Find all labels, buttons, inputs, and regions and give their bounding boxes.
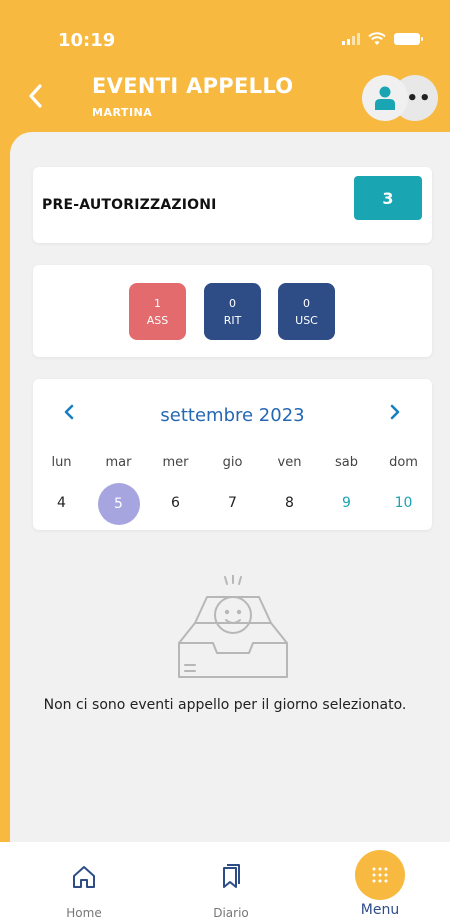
attendance-summary-card: 1 ASS 0 RIT 0 USC (33, 265, 432, 357)
date-number: 10 (394, 495, 413, 511)
status-icons (342, 32, 423, 46)
early-exits-chip[interactable]: 0 USC (278, 283, 335, 340)
diary-icon (223, 864, 240, 888)
empty-inbox-illustration (178, 575, 288, 678)
wifi-icon (368, 32, 386, 45)
nav-icon-wrap (181, 864, 281, 896)
battery-icon (394, 33, 423, 45)
weekday-header-row: lun mar mer gio ven sab dom (33, 455, 432, 475)
date-number: 7 (228, 495, 237, 511)
nav-menu[interactable]: Menu (330, 842, 430, 922)
weekday-label: gio (222, 455, 243, 470)
date-cell[interactable]: 7 (204, 483, 261, 523)
date-number: 9 (342, 495, 351, 511)
nav-icon-wrap (34, 864, 134, 896)
date-cell[interactable]: 10 (375, 483, 432, 523)
calendar-month-label[interactable]: settembre 2023 (33, 405, 432, 426)
week-calendar: settembre 2023 lun mar mer gio ven sab d… (33, 379, 432, 530)
nav-home[interactable]: Home (34, 842, 134, 922)
next-month-button[interactable] (385, 401, 405, 425)
late-entries-chip[interactable]: 0 RIT (204, 283, 261, 340)
nav-diario-label: Diario (213, 906, 249, 920)
user-icon (375, 86, 395, 110)
menu-button[interactable] (355, 850, 405, 900)
weekday-label: mar (105, 455, 132, 470)
chevron-left-icon (29, 84, 42, 108)
nav-menu-label: Menu (360, 902, 400, 918)
empty-state-message: Non ci sono eventi appello per il giorno… (43, 697, 407, 713)
date-cell-selected[interactable]: 5 (90, 483, 147, 525)
absences-chip[interactable]: 1 ASS (129, 283, 186, 340)
grid-dots-icon (372, 867, 388, 883)
back-button[interactable] (24, 82, 46, 110)
nav-diario[interactable]: Diario (181, 842, 281, 922)
date-number: 4 (57, 495, 66, 511)
student-name: MARTINA (92, 106, 153, 119)
date-cell[interactable]: 8 (261, 483, 318, 523)
absences-label: ASS (146, 313, 169, 327)
date-number: 8 (285, 495, 294, 511)
late-entries-count: 0 (229, 296, 236, 310)
early-exits-count: 0 (303, 296, 310, 310)
date-number: 6 (171, 495, 180, 511)
date-cell[interactable]: 6 (147, 483, 204, 523)
page-title: EVENTI APPELLO (92, 74, 294, 98)
late-entries-label: RIT (223, 313, 242, 327)
pre-authorizations-label: PRE-AUTORIZZAZIONI (42, 197, 217, 213)
chevron-right-icon (390, 404, 400, 420)
nav-home-label: Home (66, 906, 102, 920)
date-cell[interactable]: 4 (33, 483, 90, 523)
weekday-label: sab (335, 455, 358, 470)
status-time: 10:19 (58, 30, 116, 51)
profile-switcher[interactable]: •• (362, 75, 438, 121)
weekday-label: dom (389, 455, 418, 470)
weekday-label: mer (162, 455, 189, 470)
weekday-label: lun (51, 455, 72, 470)
home-icon (73, 866, 95, 888)
early-exits-label: USC (295, 313, 318, 327)
bottom-navigation: Home Diario Menu (0, 842, 450, 922)
avatar[interactable] (362, 75, 408, 121)
pre-authorizations-card[interactable]: PRE-AUTORIZZAZIONI 3 (33, 167, 432, 243)
date-cell[interactable]: 9 (318, 483, 375, 523)
weekday-label: ven (277, 455, 302, 470)
dates-row: 4 5 6 7 8 9 10 (33, 483, 432, 525)
pre-authorizations-count-badge[interactable]: 3 (354, 176, 422, 220)
absences-count: 1 (154, 296, 161, 310)
date-number: 5 (97, 483, 140, 525)
signal-icon (342, 33, 360, 45)
